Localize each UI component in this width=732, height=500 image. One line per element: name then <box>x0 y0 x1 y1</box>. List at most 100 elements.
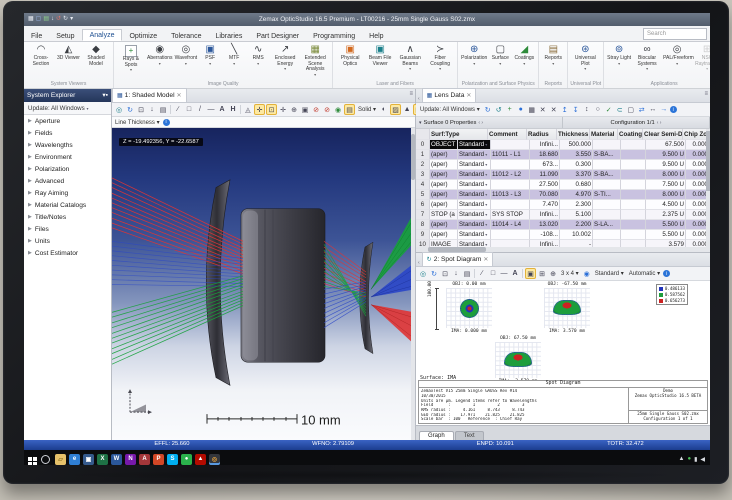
zemax-icon[interactable]: ◎ <box>209 454 220 465</box>
table-row[interactable]: 3(aper)Standard11012 - L211.0903.370S-BA… <box>416 170 710 180</box>
render-mode-icon[interactable]: ▨ <box>390 104 401 115</box>
check-icon[interactable]: ✓ <box>604 105 614 115</box>
expand-arrow-icon[interactable]: ▶ <box>28 214 32 220</box>
col-comment[interactable]: Comment <box>488 129 527 140</box>
cross-section-button[interactable]: ◠Cross-Section <box>26 43 56 67</box>
move-icon[interactable]: ✛ <box>278 105 288 115</box>
tree-item-ray-aiming[interactable]: ▶Ray Aiming <box>24 187 111 199</box>
clip-off-icon[interactable]: ⊘ <box>311 105 321 115</box>
refresh-mode-dropdown[interactable]: Automatic ▾ <box>627 270 662 277</box>
go-to-surface-icon[interactable]: → <box>659 105 669 115</box>
rotate-view-icon[interactable]: ◬ <box>243 105 253 115</box>
stray-light-button[interactable]: ⊚Stray Light <box>606 43 632 66</box>
update-icon[interactable]: ↻ <box>429 269 439 279</box>
tree-item-advanced[interactable]: ▶Advanced <box>24 175 111 187</box>
onenote-icon[interactable]: N <box>125 454 136 465</box>
tree-item-aperture[interactable]: ▶Aperture <box>24 115 111 127</box>
reports-button[interactable]: ▤Reports <box>541 43 565 66</box>
expand-arrow-icon[interactable]: ▶ <box>28 118 32 124</box>
pattern-icon[interactable]: ◉ <box>582 269 592 279</box>
tab-optimize[interactable]: Optimize <box>122 31 164 41</box>
file-explorer-icon[interactable]: ▱ <box>55 454 66 465</box>
configuration-selector[interactable]: Configuration 1/1 ‹ › <box>563 117 710 128</box>
update-icon[interactable]: ↻ <box>125 105 135 115</box>
surface-button[interactable]: ▢Surface <box>488 43 512 66</box>
tab-analyze[interactable]: Analyze <box>82 29 123 41</box>
tray-network-icon[interactable]: ▮ <box>694 456 697 463</box>
settings-icon[interactable]: ◎ <box>114 105 124 115</box>
info-icon[interactable]: ◉ <box>333 105 343 115</box>
capture-icon[interactable]: ▣ <box>300 105 310 115</box>
grid-view-icon[interactable]: ▣ <box>525 268 536 279</box>
camera-icon[interactable]: ▲ <box>402 105 412 115</box>
word-icon[interactable]: W <box>111 454 122 465</box>
draw-rectangle-icon[interactable]: □ <box>184 105 194 115</box>
tab-libraries[interactable]: Libraries <box>208 31 249 41</box>
tree-item-files[interactable]: ▶Files <box>24 223 111 235</box>
powerpoint-icon[interactable]: P <box>153 454 164 465</box>
graph-tab[interactable]: Graph <box>419 431 454 440</box>
tab-file[interactable]: File <box>24 31 49 41</box>
field-data-icon[interactable]: ▦ <box>527 105 537 115</box>
save-icon[interactable]: ↓ <box>451 269 461 279</box>
table-row[interactable]: 5(aper)Standard11013 - L370.0804.970S-TI… <box>416 190 710 200</box>
layers-icon[interactable]: ▤ <box>344 104 355 115</box>
expand-arrow-icon[interactable]: ▶ <box>28 238 32 244</box>
expand-arrow-icon[interactable]: ▶ <box>28 142 32 148</box>
settings-icon[interactable]: ◎ <box>418 269 428 279</box>
pal-freeform-button[interactable]: ◎PAL/Freeform <box>662 43 692 66</box>
opacity-dropdown[interactable]: Solid ▾ <box>356 106 378 113</box>
rays-spots-button[interactable]: +Rays & Spots <box>116 43 146 72</box>
tray-volume-icon[interactable]: ◀ <box>700 456 705 463</box>
expand-arrow-icon[interactable]: ▶ <box>28 154 32 160</box>
col-surf-type[interactable]: Surf:Type <box>430 129 488 140</box>
shaded-model-button[interactable]: ◆Shaded Model <box>81 43 111 67</box>
tree-item-units[interactable]: ▶Units <box>24 235 111 247</box>
table-row[interactable]: 2(aper)Standard673...0.3009.500 U0.000 <box>416 160 710 170</box>
tab-setup[interactable]: Setup <box>49 31 81 41</box>
move-up-icon[interactable]: ↥ <box>560 105 570 115</box>
table-row[interactable]: 6(aper)Standard7.4702.3004.500 U0.000 <box>416 200 710 210</box>
tree-item-environment[interactable]: ▶Environment <box>24 151 111 163</box>
expand-arrow-icon[interactable]: ▶ <box>28 130 32 136</box>
col-thickness[interactable]: Thickness <box>557 129 590 140</box>
explorer-update-dropdown[interactable]: Update: All Windows ▾ <box>24 102 111 115</box>
table-row[interactable]: 1(aper)Standard11011 - L118.6803.550S-BA… <box>416 150 710 160</box>
excel-icon[interactable]: X <box>97 454 108 465</box>
font-tool-icon[interactable]: H <box>228 105 238 115</box>
expand-arrow-icon[interactable]: ▶ <box>28 178 32 184</box>
text-tool-icon[interactable]: A <box>217 105 227 115</box>
tab-tolerance[interactable]: Tolerance <box>164 31 208 41</box>
tree-item-polarization[interactable]: ▶Polarization <box>24 163 111 175</box>
draw-segment-icon[interactable]: — <box>499 269 509 279</box>
wavefront-button[interactable]: ◎Wavefront <box>174 43 199 66</box>
3d-viewer-button[interactable]: ◭3D Viewer <box>56 43 81 62</box>
expand-arrow-icon[interactable]: ▶ <box>28 190 32 196</box>
zoom-in-icon[interactable]: ⊕ <box>548 269 558 279</box>
expand-arrow-icon[interactable]: ▶ <box>28 250 32 256</box>
exchange-icon[interactable]: ⇄ <box>637 105 647 115</box>
tray-shield-icon[interactable]: ● <box>687 456 691 462</box>
aperture-icon[interactable]: ○ <box>593 105 603 115</box>
gaussian-beams-button[interactable]: ∧Gaussian Beams <box>395 43 425 71</box>
draw-polyline-icon[interactable]: / <box>195 105 205 115</box>
expand-arrow-icon[interactable]: ▶ <box>28 202 32 208</box>
coatings-button[interactable]: ◢Coatings <box>512 43 536 66</box>
aberrations-button[interactable]: ◉Aberrations <box>146 43 174 66</box>
close-icon[interactable]: ✕ <box>466 92 471 99</box>
print-icon[interactable]: ▤ <box>462 269 472 279</box>
line-thickness-dropdown[interactable]: Line Thickness ▾ <box>115 119 160 126</box>
start-icon[interactable] <box>28 457 32 461</box>
draw-segment-icon[interactable]: — <box>206 105 216 115</box>
copy-icon[interactable]: ⊡ <box>440 269 450 279</box>
swap-icon[interactable]: ↕ <box>582 105 592 115</box>
table-row[interactable]: 9(aper)Standard-108...10.0025.500 U0.000 <box>416 230 710 240</box>
tree-item-material-catalogs[interactable]: ▶Material Catalogs <box>24 199 111 211</box>
tab-list-icon[interactable]: ≡ <box>409 91 413 97</box>
update-dropdown[interactable]: Update: All Windows ▾ <box>418 106 482 113</box>
universal-plot-button[interactable]: ⊛Universal Plot <box>570 43 600 71</box>
close-icon[interactable]: ✕ <box>483 256 488 263</box>
tree-item-wavelengths[interactable]: ▶Wavelengths <box>24 139 111 151</box>
shaded-model-viewport[interactable]: 10 mm Z = -19.492356, Y = -22.6587 <box>112 128 415 440</box>
search-input[interactable]: Search <box>643 28 707 40</box>
